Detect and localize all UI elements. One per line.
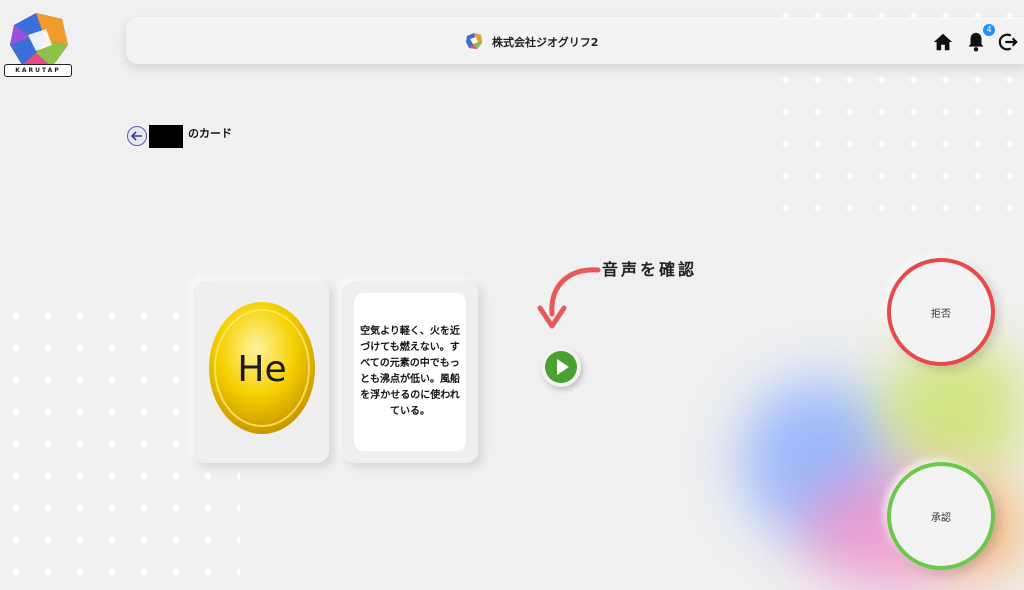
element-symbol: He [237, 349, 286, 390]
approve-label: 承認 [931, 512, 951, 524]
header-bar: 株式会社ジオグリフ2 4 [126, 18, 1024, 64]
helium-coin-image: He [209, 302, 315, 434]
page-title: のカード [188, 127, 232, 140]
card-description: 空気より軽く、火を近づけても燃えない。すべての元素の中でもっとも沸点が低い。風船… [354, 293, 466, 451]
notification-badge: 4 [983, 24, 995, 36]
arrow-left-icon [131, 131, 142, 141]
company-logo-icon [466, 33, 482, 49]
logo-wordmark: KARUTAP [4, 64, 72, 77]
logout-icon[interactable] [997, 31, 1019, 53]
approve-button[interactable]: 承認 [887, 462, 995, 570]
card-image-panel: He [193, 281, 329, 463]
bell-icon[interactable] [965, 31, 987, 53]
play-icon [545, 351, 577, 383]
back-button[interactable] [127, 126, 147, 146]
reject-label: 拒否 [931, 308, 951, 320]
card-description-panel: 空気より軽く、火を近づけても燃えない。すべての元素の中でもっとも沸点が低い。風船… [342, 281, 478, 463]
home-icon[interactable] [932, 31, 954, 53]
curved-arrow-icon [537, 267, 601, 329]
audio-check-label: 音声を確認 [602, 260, 698, 279]
company-info: 株式会社ジオグリフ2 [464, 32, 598, 52]
company-name: 株式会社ジオグリフ2 [492, 36, 599, 49]
play-audio-button[interactable] [541, 347, 581, 387]
reject-button[interactable]: 拒否 [887, 258, 995, 366]
redacted-user-name [149, 125, 183, 148]
